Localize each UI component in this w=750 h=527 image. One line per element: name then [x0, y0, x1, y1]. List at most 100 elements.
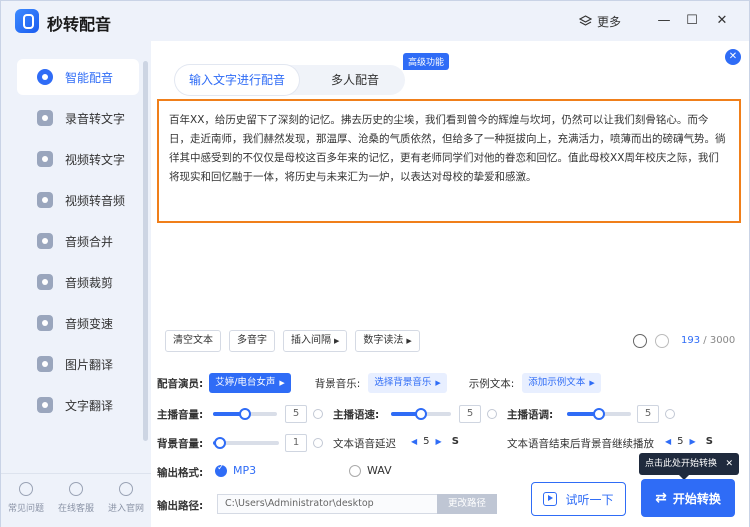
voice-select[interactable]: 艾婷/电台女声 ▶	[209, 373, 291, 393]
format-mp3-label: MP3	[233, 464, 257, 477]
slider-knob[interactable]	[593, 408, 605, 420]
sample-select[interactable]: 添加示例文本 ▶	[522, 373, 601, 393]
change-path-button[interactable]: 更改路径	[437, 494, 497, 514]
host-volume-slider[interactable]	[213, 408, 277, 420]
reset-icon[interactable]	[487, 409, 497, 419]
host-volume-label-wrap: 主播音量:	[157, 407, 203, 422]
minimize-button[interactable]: —	[653, 11, 675, 31]
title-bar: 秒转配音 更多 — ☐ ✕	[1, 1, 749, 41]
clear-text-button[interactable]: 清空文本	[165, 330, 221, 352]
continue-label: 文本语音结束后背景音继续播放	[507, 438, 654, 450]
text-translate-icon	[37, 397, 53, 413]
path-label-wrap: 输出路径:	[157, 498, 203, 513]
more-menu[interactable]: 更多	[579, 13, 621, 30]
sidebar-item-video-to-audio[interactable]: 视频转音频	[17, 182, 139, 218]
sidebar-item-label: 音频合并	[65, 234, 114, 249]
char-counter: 193 / 3000	[681, 335, 735, 346]
insert-pause-label: 插入间隔	[291, 335, 331, 346]
bgm-select[interactable]: 选择背景音乐 ▶	[368, 373, 447, 393]
close-window-button[interactable]: ✕	[711, 11, 733, 31]
chat-link[interactable]: 在线客服	[51, 474, 101, 527]
polyphone-button[interactable]: 多音字	[229, 330, 275, 352]
delay-unit: S	[451, 436, 459, 447]
redo-icon[interactable]	[655, 334, 669, 348]
host-speed-label-wrap: 主播语速:	[333, 407, 379, 422]
tooltip-text: 点击此处开始转换	[645, 459, 718, 469]
slider-knob[interactable]	[239, 408, 251, 420]
chat-label: 在线客服	[57, 504, 94, 514]
sample-value: 添加示例文本	[528, 377, 586, 388]
bg-volume-label-wrap: 背景音量:	[157, 436, 203, 451]
increase-icon[interactable]: ▶	[690, 437, 696, 446]
start-label: 开始转换	[672, 491, 721, 506]
sidebar-item-label: 音频变速	[65, 316, 114, 331]
output-path-input[interactable]: C:\Users\Administrator\desktop	[217, 494, 437, 514]
format-label: 输出格式:	[157, 467, 204, 479]
play-icon	[543, 492, 558, 506]
main-panel: 输入文字进行配音 多人配音 高级功能 ✕ 百年XX，给历史留下了深刻的记忆。拂去…	[151, 41, 749, 527]
slider-knob[interactable]	[213, 437, 226, 449]
speed-icon	[37, 315, 53, 331]
slider-knob[interactable]	[415, 408, 427, 420]
sidebar-item-video-to-text[interactable]: 视频转文字	[17, 141, 139, 177]
reset-icon[interactable]	[313, 438, 323, 448]
tab-text-dubbing[interactable]: 输入文字进行配音	[175, 65, 299, 95]
close-panel-button[interactable]: ✕	[725, 49, 741, 65]
sidebar-item-text-translate[interactable]: 文字翻译	[17, 387, 139, 423]
increase-icon[interactable]: ▶	[436, 437, 442, 446]
sidebar-item-label: 文字翻译	[65, 398, 114, 413]
delay-stepper: ◀ 5 ▶ S	[411, 436, 459, 447]
sidebar-item-label: 智能配音	[65, 70, 114, 85]
host-volume-label: 主播音量:	[157, 409, 204, 421]
format-mp3-radio[interactable]: MP3	[215, 463, 257, 477]
app-window: 秒转配音 更多 — ☐ ✕ 智能配音 录音转文字 视频转文字 视频转音频 音频合…	[0, 0, 750, 527]
undo-icon[interactable]	[633, 334, 647, 348]
decrease-icon[interactable]: ◀	[665, 437, 671, 446]
insert-pause-button[interactable]: 插入间隔 ▶	[283, 330, 348, 352]
pro-badge: 高级功能	[403, 53, 450, 70]
bg-volume-slider[interactable]	[213, 437, 279, 449]
bg-volume-value[interactable]: 1	[285, 434, 307, 452]
preview-button[interactable]: 试听一下	[531, 482, 626, 516]
home-icon	[119, 482, 133, 496]
merge-icon	[37, 233, 53, 249]
radio-unchecked-icon	[349, 464, 361, 477]
sidebar-item-recording-to-text[interactable]: 录音转文字	[17, 100, 139, 136]
sidebar-item-audio-cut[interactable]: 音频裁剪	[17, 264, 139, 300]
help-link[interactable]: 常见问题	[1, 474, 51, 527]
host-volume-value[interactable]: 5	[285, 405, 307, 423]
caret-right-icon: ▶	[279, 379, 285, 387]
chat-icon	[69, 482, 83, 496]
website-link[interactable]: 进入官网	[101, 474, 151, 527]
text-input[interactable]: 百年XX，给历史留下了深刻的记忆。拂去历史的尘埃，我们看到曾今的辉煌与坎坷，仍然…	[157, 99, 741, 223]
format-wav-label: WAV	[367, 464, 392, 477]
format-wav-radio[interactable]: WAV	[349, 464, 392, 477]
reset-icon[interactable]	[665, 409, 675, 419]
sidebar-scrollbar[interactable]	[143, 61, 148, 441]
delay-label: 文本语音延迟	[333, 438, 396, 450]
close-tooltip-icon[interactable]: ✕	[725, 453, 733, 475]
host-pitch-slider[interactable]	[567, 408, 631, 420]
host-pitch-value[interactable]: 5	[637, 405, 659, 423]
sample-label: 示例文本:	[468, 377, 515, 390]
host-speed-slider[interactable]	[391, 408, 451, 420]
sidebar-item-audio-merge[interactable]: 音频合并	[17, 223, 139, 259]
number-read-button[interactable]: 数字读法 ▶	[355, 330, 420, 352]
sidebar-item-smart-dubbing[interactable]: 智能配音	[17, 59, 139, 95]
number-read-label: 数字读法	[363, 335, 404, 346]
start-convert-button[interactable]: ⇄ 开始转换	[641, 479, 735, 517]
sidebar-item-audio-speed[interactable]: 音频变速	[17, 305, 139, 341]
reset-icon[interactable]	[313, 409, 323, 419]
decrease-icon[interactable]: ◀	[411, 437, 417, 446]
sidebar-item-image-translate[interactable]: 图片翻译	[17, 346, 139, 382]
transcribe-icon	[37, 110, 53, 126]
voice-row: 配音演员: 艾婷/电台女声 ▶ 背景音乐: 选择背景音乐 ▶ 示例文本: 添加示例文…	[157, 373, 601, 393]
host-speed-value[interactable]: 5	[459, 405, 481, 423]
tab-bar: 输入文字进行配音 多人配音	[175, 65, 405, 95]
char-count: 193	[681, 335, 701, 346]
maximize-button[interactable]: ☐	[681, 11, 703, 31]
delay-value: 5	[423, 436, 430, 447]
preview-label: 试听一下	[565, 492, 614, 507]
tab-multi-dubbing[interactable]: 多人配音	[305, 65, 405, 95]
help-icon	[19, 482, 33, 496]
